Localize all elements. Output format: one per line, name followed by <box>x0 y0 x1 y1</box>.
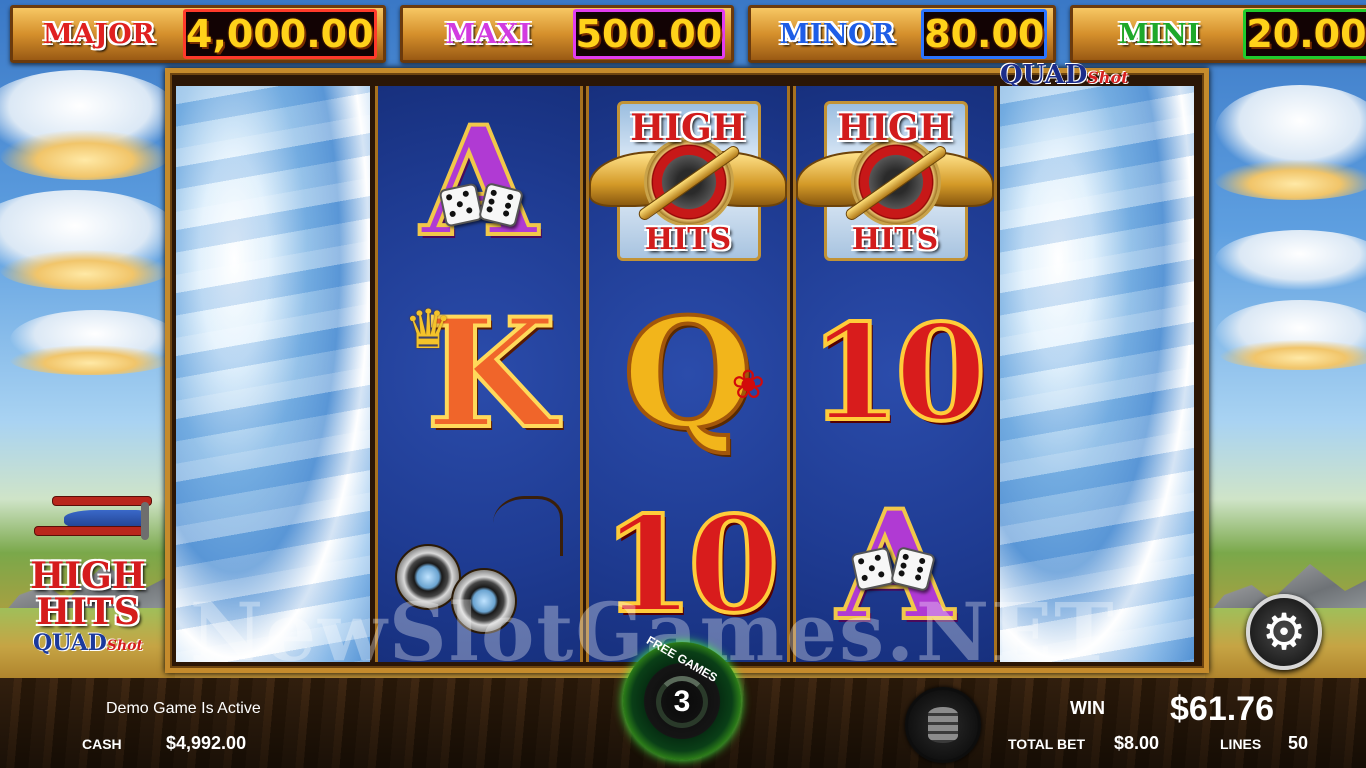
game-logo: HIGH HITS QUADShot <box>30 555 146 656</box>
symbol-high-hits: HIGH HITS <box>796 86 994 278</box>
settings-button[interactable]: ⚙ <box>1246 594 1322 670</box>
reel-5-wild <box>1000 86 1194 662</box>
jackpot-mini-label: MINI <box>1118 18 1201 50</box>
symbol-binoculars <box>378 470 580 662</box>
jackpot-minor: MINOR 80.00 <box>748 5 1057 63</box>
jackpot-major-value: 4,000.00 <box>183 9 377 59</box>
symbol-ace: A <box>796 470 994 662</box>
high-hits-logo-icon: HIGH HITS <box>796 97 994 267</box>
symbol-king: ♛ K <box>404 286 558 462</box>
binoculars-icon <box>389 496 569 636</box>
reel-1-wild <box>176 86 370 662</box>
jackpot-major-label: MAJOR <box>42 18 156 50</box>
win-label: WIN <box>1070 698 1105 718</box>
crown-icon: ♛ <box>404 300 453 360</box>
coin-stack-icon <box>928 707 958 743</box>
free-games-count: 3 <box>656 676 708 728</box>
lines-value: 50 <box>1288 733 1309 753</box>
symbol-ace: A <box>419 94 539 270</box>
win-value: $61.76 <box>1170 690 1274 728</box>
cash-value: $4,992.00 <box>166 733 247 753</box>
jackpot-major: MAJOR 4,000.00 <box>10 5 386 63</box>
dice-icon <box>850 545 937 593</box>
rose-icon: ❀ <box>731 363 765 407</box>
symbol-ten: 10 <box>807 296 989 451</box>
reel-4: HIGH HITS 10 A <box>793 86 997 662</box>
bet-button[interactable] <box>905 687 981 763</box>
demo-status: Demo Game Is Active <box>106 700 261 717</box>
jackpot-mini: MINI 20.00 <box>1070 5 1366 63</box>
total-bet-value: $8.00 <box>1114 733 1160 753</box>
cash-label: CASH <box>82 736 122 752</box>
jackpot-maxi: MAXI 500.00 <box>399 5 735 63</box>
total-bet-label: TOTAL BET <box>1008 736 1085 752</box>
lines-label: LINES <box>1220 736 1262 752</box>
jackpot-minor-value: 80.00 <box>921 9 1048 59</box>
high-hits-logo-icon: HIGH HITS <box>589 97 787 267</box>
jackpot-minor-label: MINOR <box>779 18 895 50</box>
symbol-queen: Q ❀ <box>621 286 765 462</box>
jackpot-mini-value: 20.00 <box>1243 9 1366 59</box>
biplane-icon <box>34 496 152 554</box>
gear-icon: ⚙ <box>1261 604 1307 660</box>
jackpot-maxi-label: MAXI <box>445 18 532 50</box>
symbol-high-hits: HIGH HITS <box>589 86 787 278</box>
symbol-ten: 10 <box>600 488 782 643</box>
reel-3: HIGH HITS Q ❀ 10 <box>586 86 790 662</box>
jackpot-bar: MAJOR 4,000.00 MAXI 500.00 MINOR 80.00 M… <box>0 0 1366 66</box>
dice-icon <box>438 181 525 229</box>
jackpot-maxi-value: 500.00 <box>572 9 726 59</box>
reel-2: A ♛ K <box>375 86 583 662</box>
